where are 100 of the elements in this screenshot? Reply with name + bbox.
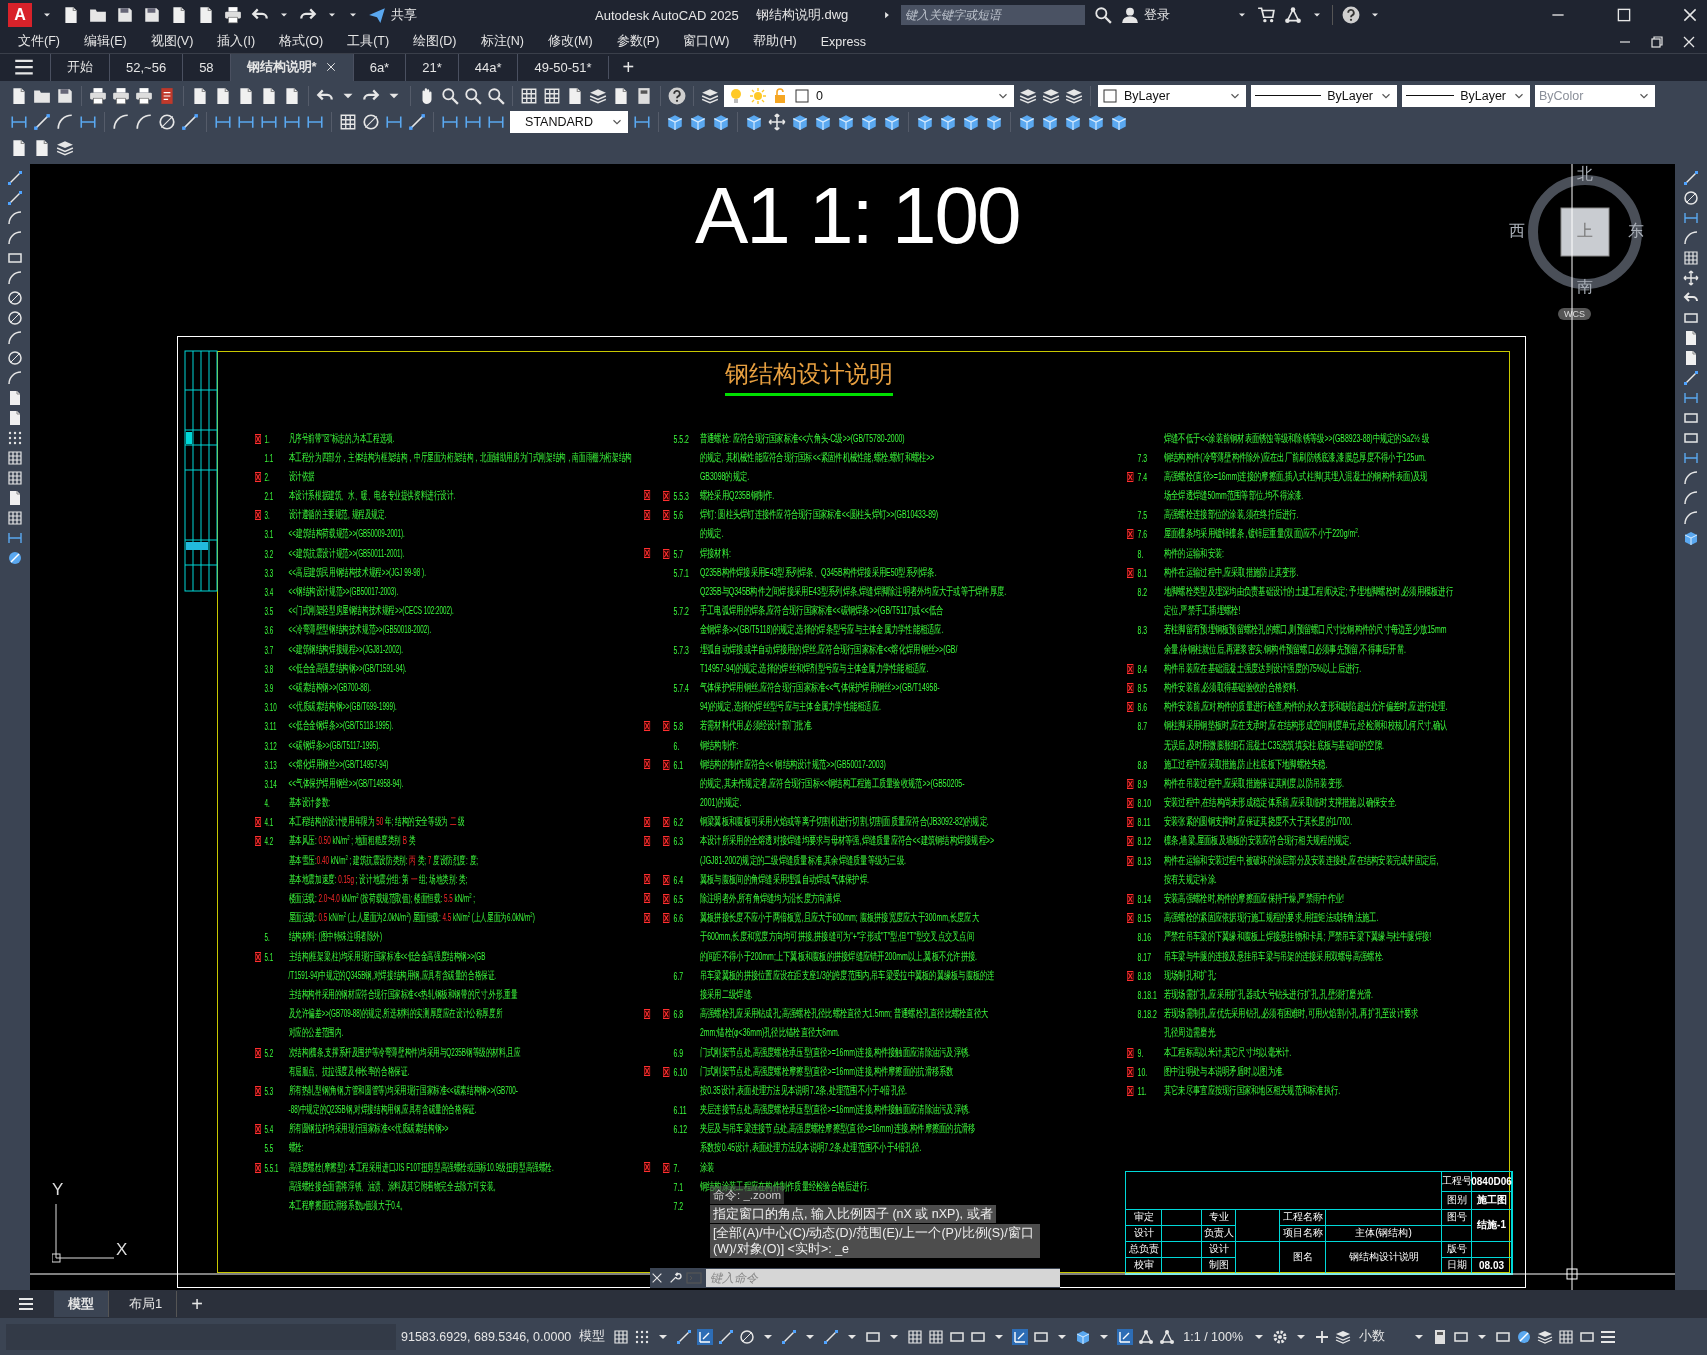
menu-item[interactable]: Express (820, 34, 866, 49)
grid-icon[interactable] (1558, 1328, 1575, 1345)
cube-icon[interactable] (860, 112, 878, 131)
layers-icon[interactable] (1335, 1328, 1352, 1345)
layers-icon[interactable] (589, 86, 607, 105)
document-icon[interactable] (214, 86, 232, 105)
document-icon[interactable] (260, 86, 278, 105)
printer-icon[interactable] (135, 86, 153, 105)
line-icon[interactable] (7, 189, 23, 206)
menu-item[interactable]: 插入(I) (217, 33, 256, 51)
grid-icon[interactable] (907, 1328, 924, 1345)
line-icon[interactable] (33, 112, 51, 131)
linetype-dropdown[interactable]: ByLayer (1251, 84, 1397, 107)
line-icon[interactable] (718, 1328, 735, 1345)
compass-label[interactable]: 西 (1509, 220, 1525, 242)
dot-grid-icon[interactable] (7, 429, 23, 446)
cube-icon[interactable] (1064, 112, 1082, 131)
grid-icon[interactable] (7, 449, 23, 466)
document-icon[interactable] (10, 86, 28, 105)
file-tab[interactable]: 52,~56 (109, 53, 183, 81)
file-tab[interactable]: 58 (182, 53, 230, 81)
document-icon[interactable] (1683, 349, 1699, 366)
grid-icon[interactable] (7, 509, 23, 526)
menu-item[interactable]: 编辑(E) (83, 33, 127, 51)
new-layout-button[interactable]: + (183, 1292, 211, 1316)
line-icon[interactable] (408, 112, 426, 131)
menu-item[interactable]: 修改(M) (547, 33, 593, 51)
layers-icon[interactable] (1537, 1328, 1554, 1345)
menu-item[interactable]: 视图(V) (150, 33, 194, 51)
document-icon[interactable] (566, 86, 584, 105)
printer-icon[interactable] (89, 86, 107, 105)
menu-item[interactable]: 参数(P) (616, 33, 660, 51)
document-icon[interactable] (7, 389, 23, 406)
help-icon[interactable] (1342, 6, 1360, 25)
arc-icon[interactable] (1683, 489, 1699, 506)
circle-icon[interactable] (7, 349, 23, 366)
cube-icon[interactable] (1075, 1328, 1092, 1345)
cube-icon[interactable] (1110, 112, 1128, 131)
menu-item[interactable]: 帮助(H) (753, 33, 797, 51)
file-tab[interactable]: 6a* (352, 53, 406, 81)
document-icon[interactable] (62, 6, 80, 25)
circle-icon[interactable] (362, 112, 380, 131)
document-icon[interactable] (7, 489, 23, 506)
magnifier-icon[interactable] (441, 86, 459, 105)
document-icon[interactable] (170, 6, 188, 25)
cube-icon[interactable] (985, 112, 1003, 131)
printer-icon[interactable] (224, 6, 242, 25)
cube-icon[interactable] (916, 112, 934, 131)
grid-icon[interactable] (543, 86, 561, 105)
help-icon[interactable] (668, 86, 686, 105)
folder-icon[interactable] (89, 6, 107, 25)
cube-icon[interactable] (962, 112, 980, 131)
arc-icon[interactable] (135, 112, 153, 131)
line-icon[interactable] (1683, 369, 1699, 386)
grid-icon[interactable] (1683, 249, 1699, 266)
triangle-nodes-icon[interactable] (1138, 1328, 1155, 1345)
document-icon[interactable] (237, 86, 255, 105)
menu-item[interactable]: 绘图(D) (413, 33, 457, 51)
command-field[interactable]: 键入命令 (706, 1268, 1060, 1287)
ring-icon[interactable] (1516, 1328, 1533, 1345)
export-file-icon[interactable] (158, 86, 176, 105)
circle-icon[interactable] (158, 112, 176, 131)
line-icon[interactable] (7, 169, 23, 186)
arc-icon[interactable] (1683, 509, 1699, 526)
restore-icon[interactable] (1649, 33, 1665, 50)
menu-item[interactable]: 格式(O) (279, 33, 324, 51)
dot-grid-icon[interactable] (634, 1328, 651, 1345)
compass-label[interactable]: 北 (1577, 163, 1593, 185)
layout-tab[interactable]: 模型 (54, 1291, 109, 1318)
grid-icon[interactable] (520, 86, 538, 105)
cube-icon[interactable] (1041, 112, 1059, 131)
magnifier-icon[interactable] (464, 86, 482, 105)
file-tab[interactable]: 44a* (457, 53, 518, 81)
circle-icon[interactable] (739, 1328, 756, 1345)
cube-icon[interactable] (883, 112, 901, 131)
cube-icon[interactable] (837, 112, 855, 131)
cube-icon[interactable] (712, 112, 730, 131)
grid-icon[interactable] (339, 112, 357, 131)
menu-icon[interactable] (1600, 1328, 1617, 1345)
menu-icon[interactable] (18, 1296, 34, 1313)
calculator-icon[interactable] (635, 86, 653, 105)
arc-icon[interactable] (7, 229, 23, 246)
circle-icon[interactable] (7, 309, 23, 326)
arc-icon[interactable] (112, 112, 130, 131)
cube-icon[interactable] (1018, 112, 1036, 131)
lineweight-dropdown[interactable]: ByLayer (1402, 84, 1530, 107)
model-space-button[interactable]: 模型 (576, 1328, 609, 1346)
units-dropdown[interactable]: 小数 (1356, 1328, 1407, 1346)
file-tab[interactable]: 钢结构说明* (229, 53, 353, 81)
cube-icon[interactable] (666, 112, 684, 131)
document-icon[interactable] (1683, 329, 1699, 346)
new-tab-button[interactable]: + (607, 55, 649, 79)
line-icon[interactable] (823, 1328, 840, 1345)
document-icon[interactable] (612, 86, 630, 105)
file-tab[interactable]: 21* (405, 53, 458, 81)
cube-icon[interactable] (745, 112, 763, 131)
layers-icon[interactable] (1019, 86, 1037, 105)
cube-icon[interactable] (814, 112, 832, 131)
share-button[interactable]: 共享 (368, 6, 417, 25)
wrench-icon[interactable] (668, 1270, 682, 1285)
